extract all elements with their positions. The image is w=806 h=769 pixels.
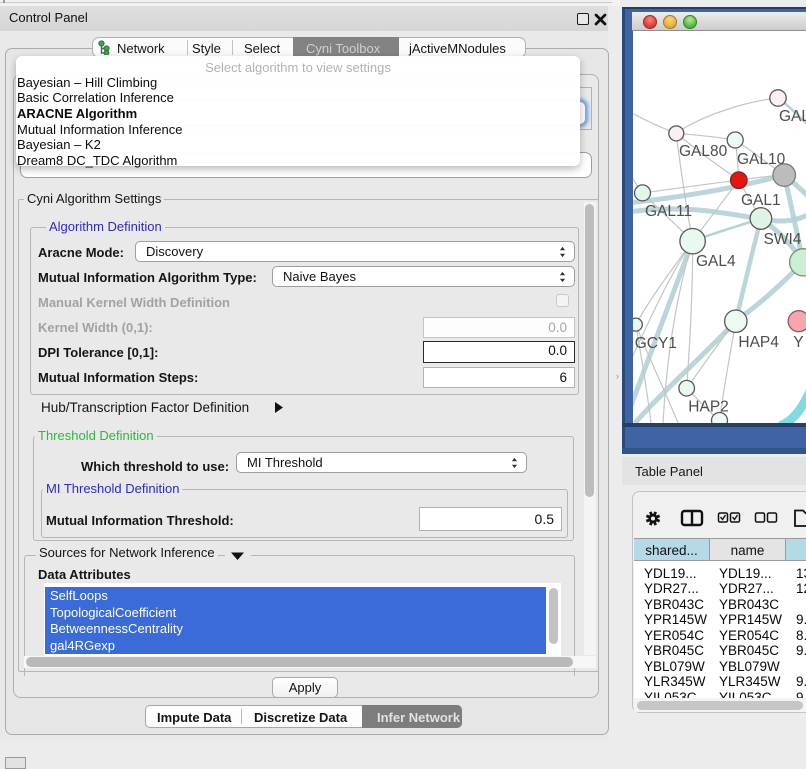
svg-text:GCY1: GCY1 — [635, 335, 677, 352]
svg-text:HAP2: HAP2 — [688, 399, 729, 416]
svg-text:SWI4: SWI4 — [764, 231, 802, 248]
svg-text:Y: Y — [793, 334, 803, 351]
svg-text:HAP4: HAP4 — [738, 334, 779, 351]
svg-text:GAL10: GAL10 — [737, 151, 786, 168]
svg-text:GAL1: GAL1 — [741, 192, 781, 209]
svg-text:GAL7: GAL7 — [779, 108, 806, 125]
svg-text:GAL4: GAL4 — [696, 253, 736, 270]
svg-text:GAL11: GAL11 — [645, 203, 692, 220]
svg-text:GAL80: GAL80 — [679, 143, 728, 160]
